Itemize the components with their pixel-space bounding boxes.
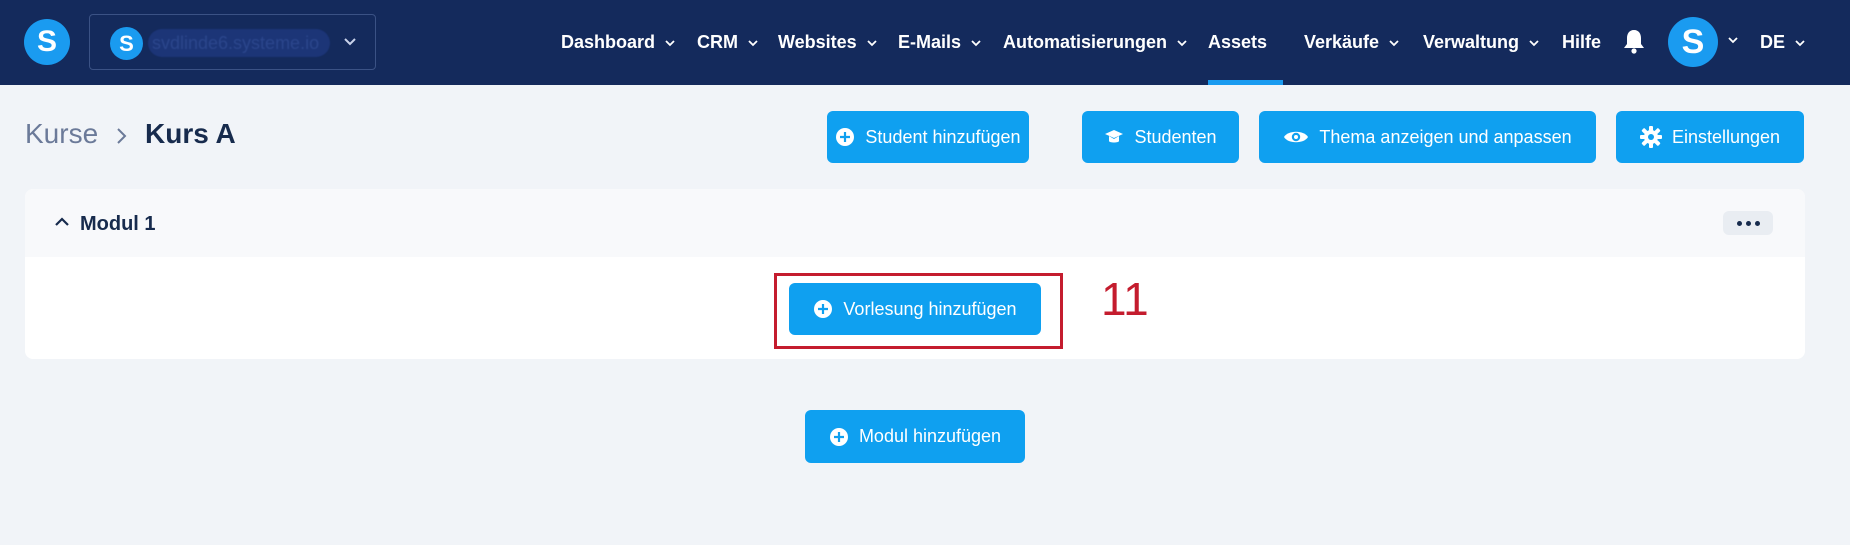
nav-crm[interactable]: CRM bbox=[697, 0, 759, 85]
chevron-down-icon bbox=[1529, 39, 1539, 46]
domain-selector[interactable]: S svdlinde6.systeme.io bbox=[89, 14, 376, 70]
settings-button[interactable]: Einstellungen bbox=[1616, 111, 1804, 163]
chevron-down-icon bbox=[344, 38, 356, 46]
add-student-button[interactable]: Student hinzufügen bbox=[827, 111, 1029, 163]
nav-active-indicator bbox=[1208, 80, 1283, 85]
graduation-cap-icon bbox=[1104, 127, 1124, 147]
nav-assets[interactable]: Assets bbox=[1208, 0, 1267, 85]
students-button[interactable]: Studenten bbox=[1082, 111, 1239, 163]
add-module-button[interactable]: Modul hinzufügen bbox=[805, 410, 1025, 463]
nav-dashboard[interactable]: Dashboard bbox=[561, 0, 676, 85]
eye-icon bbox=[1283, 128, 1309, 146]
domain-name: svdlinde6.systeme.io bbox=[148, 29, 330, 57]
nav-automations[interactable]: Automatisierungen bbox=[1003, 0, 1188, 85]
chevron-down-icon bbox=[867, 39, 877, 46]
more-options-button[interactable] bbox=[1723, 211, 1773, 235]
chevron-down-icon bbox=[1795, 39, 1805, 46]
nav-help[interactable]: Hilfe bbox=[1562, 0, 1601, 85]
plus-circle-icon bbox=[829, 427, 849, 447]
notification-bell-icon[interactable] bbox=[1622, 27, 1646, 55]
nav-websites[interactable]: Websites bbox=[778, 0, 878, 85]
chevron-down-icon bbox=[1389, 39, 1399, 46]
module-header[interactable]: Modul 1 bbox=[25, 189, 1805, 257]
annotation-highlight-box bbox=[774, 273, 1063, 349]
gear-icon bbox=[1639, 126, 1662, 148]
chevron-down-icon bbox=[971, 39, 981, 46]
nav-administration[interactable]: Verwaltung bbox=[1423, 0, 1540, 85]
page-title: Kurs A bbox=[145, 118, 236, 149]
plus-circle-icon bbox=[835, 127, 855, 147]
language-selector[interactable]: DE bbox=[1760, 0, 1806, 85]
theme-button[interactable]: Thema anzeigen und anpassen bbox=[1259, 111, 1596, 163]
nav-sales[interactable]: Verkäufe bbox=[1304, 0, 1400, 85]
breadcrumb-courses[interactable]: Kurse bbox=[25, 118, 98, 150]
chevron-down-icon bbox=[748, 39, 758, 46]
module-title: Modul 1 bbox=[80, 213, 156, 235]
chevron-down-icon bbox=[665, 39, 675, 46]
chevron-right-icon bbox=[117, 128, 127, 144]
chevron-down-icon[interactable] bbox=[1727, 34, 1739, 46]
domain-logo-icon: S bbox=[110, 27, 143, 60]
top-navigation-bar: S S svdlinde6.systeme.io Dashboard CRM W… bbox=[0, 0, 1850, 85]
chevron-up-icon[interactable] bbox=[54, 215, 70, 229]
nav-emails[interactable]: E-Mails bbox=[898, 0, 982, 85]
annotation-number: 11 bbox=[1101, 273, 1149, 325]
app-logo[interactable]: S bbox=[24, 19, 70, 65]
chevron-down-icon bbox=[1177, 39, 1187, 46]
user-avatar[interactable]: S bbox=[1668, 17, 1718, 67]
